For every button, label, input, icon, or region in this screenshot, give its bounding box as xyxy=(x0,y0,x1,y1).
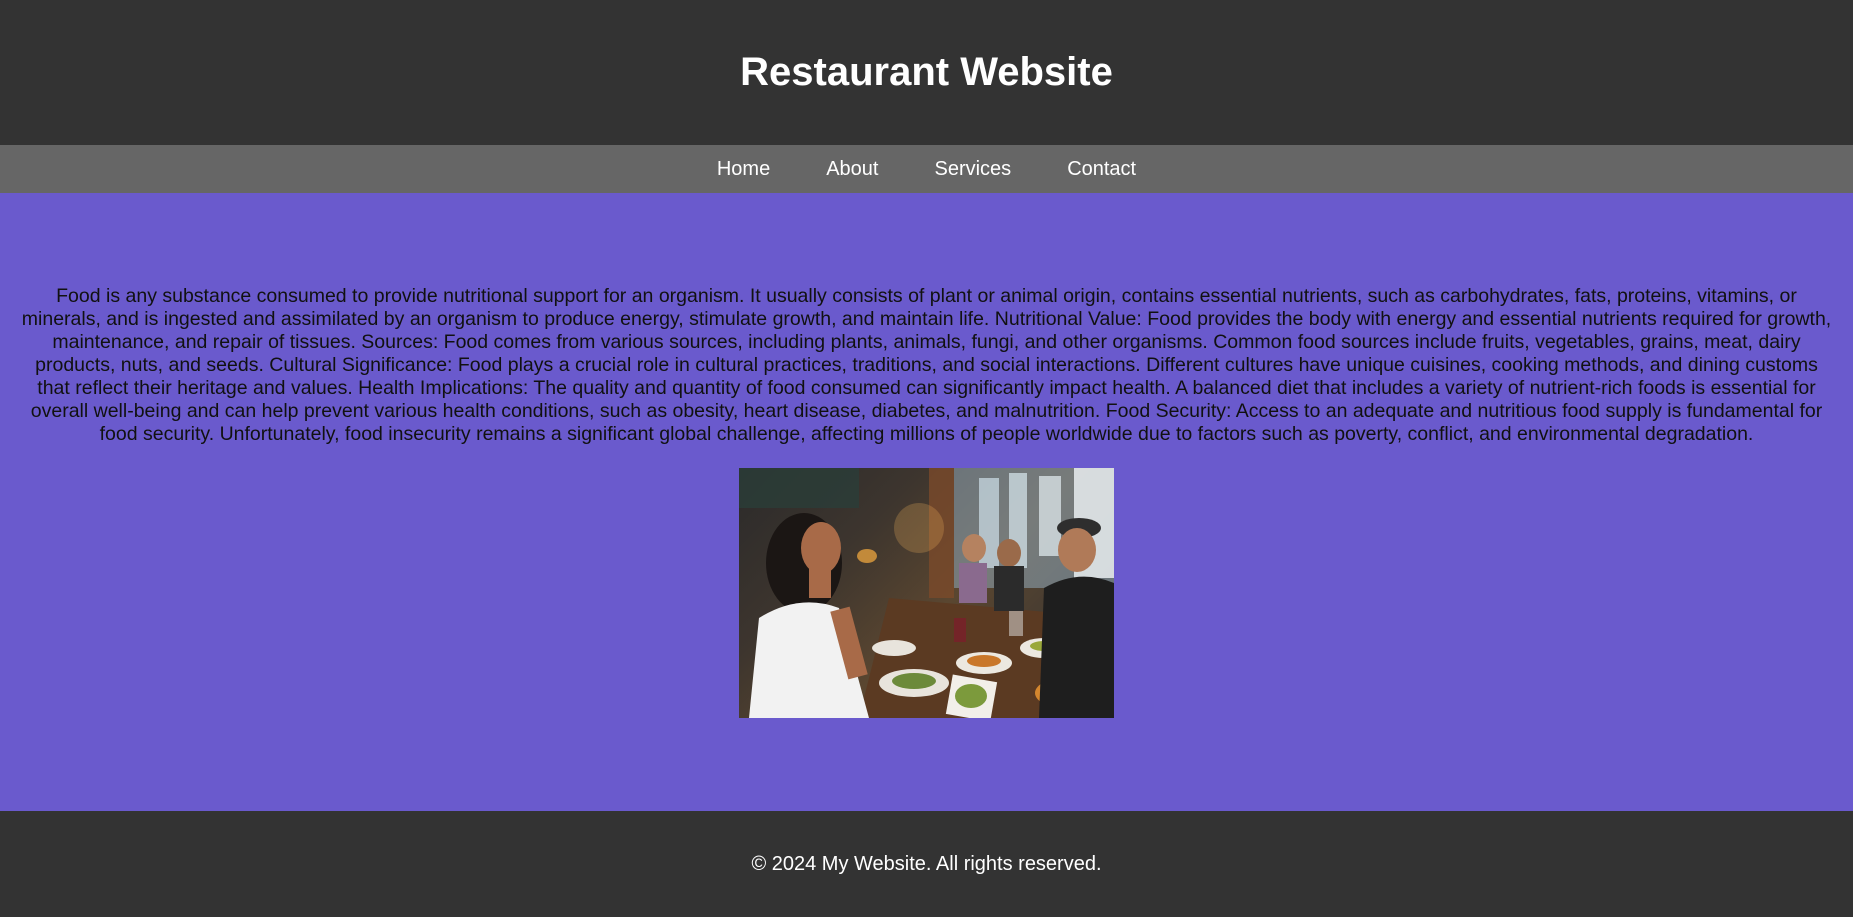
nav-link-contact[interactable]: Contact xyxy=(1067,158,1136,181)
main-nav: Home About Services Contact xyxy=(0,145,1853,193)
nav-link-services[interactable]: Services xyxy=(934,158,1011,181)
main-content: Food is any substance consumed to provid… xyxy=(0,193,1853,811)
copyright-text: © 2024 My Website. All rights reserved. xyxy=(751,852,1102,875)
site-header: Restaurant Website xyxy=(0,0,1853,145)
nav-link-home[interactable]: Home xyxy=(717,158,770,181)
food-description: Food is any substance consumed to provid… xyxy=(21,285,1832,445)
site-footer: © 2024 My Website. All rights reserved. xyxy=(0,811,1853,917)
nav-link-about[interactable]: About xyxy=(826,158,878,181)
page-title: Restaurant Website xyxy=(740,50,1113,94)
restaurant-dining-photo xyxy=(739,468,1114,718)
